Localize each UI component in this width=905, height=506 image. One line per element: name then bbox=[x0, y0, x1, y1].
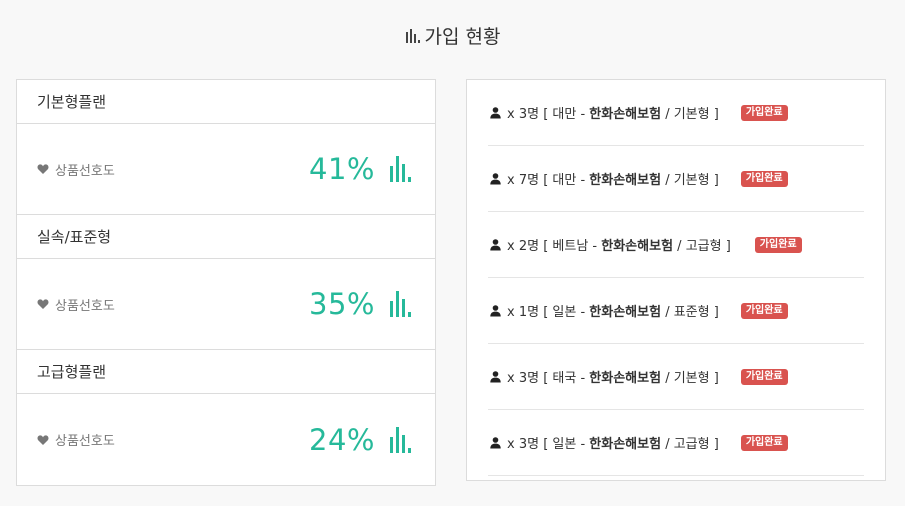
plan-stat-standard: 상품선호도 35% bbox=[17, 259, 435, 350]
list-item[interactable]: x 3명 [ 태국 - 한화손해보험 / 기본형 ] 가입완료 bbox=[488, 344, 864, 410]
signup-insurer: 한화손해보험 bbox=[589, 371, 662, 386]
preference-value: 35% bbox=[309, 287, 413, 321]
signup-plan: 고급형 bbox=[685, 239, 722, 254]
signup-insurer: 한화손해보험 bbox=[589, 437, 662, 452]
signup-country: 일본 bbox=[552, 305, 577, 320]
signup-summary: x 1명 [ 일본 - 한화손해보험 / 표준형 ] bbox=[507, 305, 719, 320]
status-badge: 가입완료 bbox=[740, 170, 788, 187]
signup-plan: 기본형 bbox=[673, 173, 710, 188]
signup-country: 태국 bbox=[552, 371, 577, 386]
plan-stat-basic: 상품선호도 41% bbox=[17, 124, 435, 215]
page-title: 가입 현황 bbox=[0, 22, 905, 49]
signup-insurer: 한화손해보험 bbox=[589, 305, 662, 320]
heart-icon bbox=[37, 164, 49, 174]
user-icon bbox=[490, 370, 501, 382]
preference-label-text: 상품선호도 bbox=[55, 163, 115, 179]
status-badge: 가입완료 bbox=[740, 302, 788, 319]
heart-icon bbox=[37, 434, 49, 445]
plan-stat-premium: 상품선호도 24% bbox=[17, 394, 435, 485]
plan-preference-panel: 기본형플랜 상품선호도 41% 실속/표준형 상품선호도 35% 고급형플랜 상… bbox=[16, 79, 436, 486]
bar-chart-icon bbox=[405, 29, 420, 43]
signup-plan: 기본형 bbox=[673, 371, 710, 386]
signup-summary: x 3명 [ 일본 - 한화손해보험 / 고급형 ] bbox=[507, 437, 719, 452]
preference-percent: 35% bbox=[309, 287, 375, 321]
list-item[interactable]: x 1명 [ 일본 - 한화손해보험 / 표준형 ] 가입완료 bbox=[488, 278, 864, 344]
signup-count: x 3명 bbox=[507, 437, 540, 452]
signup-count: x 3명 bbox=[507, 371, 540, 386]
bar-chart-icon bbox=[390, 291, 411, 317]
signup-summary: x 7명 [ 대만 - 한화손해보험 / 기본형 ] bbox=[507, 173, 719, 188]
status-badge: 가입완료 bbox=[754, 236, 802, 253]
signup-count: x 1명 bbox=[507, 305, 540, 320]
preference-label-text: 상품선호도 bbox=[55, 434, 115, 449]
plan-header-basic: 기본형플랜 bbox=[17, 80, 435, 124]
list-item[interactable]: x 2명 [ 베트남 - 한화손해보험 / 고급형 ] 가입완료 bbox=[488, 212, 864, 278]
list-item[interactable]: x 7명 [ 대만 - 한화손해보험 / 기본형 ] 가입완료 bbox=[488, 146, 864, 212]
list-item[interactable]: x 3명 [ 대만 - 한화손해보험 / 기본형 ] 가입완료 bbox=[488, 80, 864, 146]
signup-summary: x 3명 [ 태국 - 한화손해보험 / 기본형 ] bbox=[507, 371, 719, 386]
signup-plan: 표준형 bbox=[673, 305, 710, 320]
signup-country: 대만 bbox=[552, 107, 577, 122]
plan-name: 실속/표준형 bbox=[37, 228, 112, 246]
signup-summary: x 2명 [ 베트남 - 한화손해보험 / 고급형 ] bbox=[507, 239, 731, 254]
signup-count: x 2명 bbox=[507, 239, 540, 254]
signup-count: x 7명 bbox=[507, 173, 540, 188]
user-icon bbox=[490, 238, 501, 250]
bar-chart-icon bbox=[390, 426, 411, 453]
preference-label: 상품선호도 bbox=[37, 160, 115, 179]
list-item[interactable]: x 3명 [ 일본 - 한화손해보험 / 고급형 ] 가입완료 bbox=[488, 410, 864, 476]
signup-country: 대만 bbox=[552, 173, 577, 188]
user-icon bbox=[490, 436, 501, 448]
preference-label-text: 상품선호도 bbox=[55, 298, 115, 314]
plan-header-premium: 고급형플랜 bbox=[17, 350, 435, 394]
status-badge: 가입완료 bbox=[740, 434, 788, 451]
plan-name: 기본형플랜 bbox=[37, 93, 107, 111]
preference-percent: 41% bbox=[309, 152, 375, 186]
signup-count: x 3명 bbox=[507, 107, 540, 122]
user-icon bbox=[490, 304, 501, 316]
preference-label: 상품선호도 bbox=[37, 295, 115, 314]
preference-value: 41% bbox=[309, 152, 413, 186]
signup-country: 일본 bbox=[552, 437, 577, 452]
status-badge: 가입완료 bbox=[740, 104, 788, 121]
signup-country: 베트남 bbox=[552, 239, 589, 254]
signup-summary: x 3명 [ 대만 - 한화손해보험 / 기본형 ] bbox=[507, 107, 719, 122]
signup-insurer: 한화손해보험 bbox=[601, 239, 674, 254]
heart-icon bbox=[37, 299, 49, 309]
bar-chart-icon bbox=[390, 156, 411, 182]
preference-label: 상품선호도 bbox=[37, 430, 115, 449]
plan-name: 고급형플랜 bbox=[37, 363, 107, 381]
plan-header-standard: 실속/표준형 bbox=[17, 215, 435, 259]
preference-percent: 24% bbox=[309, 422, 375, 457]
signup-plan: 기본형 bbox=[673, 107, 710, 122]
signup-insurer: 한화손해보험 bbox=[589, 173, 662, 188]
user-icon bbox=[490, 172, 501, 184]
signup-insurer: 한화손해보험 bbox=[589, 107, 662, 122]
status-badge: 가입완료 bbox=[740, 368, 788, 385]
user-icon bbox=[490, 106, 501, 118]
signup-plan: 고급형 bbox=[673, 437, 710, 452]
signup-list-panel: x 3명 [ 대만 - 한화손해보험 / 기본형 ] 가입완료 x 7명 [ 대… bbox=[466, 79, 886, 481]
page-title-text: 가입 현황 bbox=[424, 26, 501, 48]
signup-list: x 3명 [ 대만 - 한화손해보험 / 기본형 ] 가입완료 x 7명 [ 대… bbox=[488, 80, 864, 476]
preference-value: 24% bbox=[309, 423, 413, 457]
